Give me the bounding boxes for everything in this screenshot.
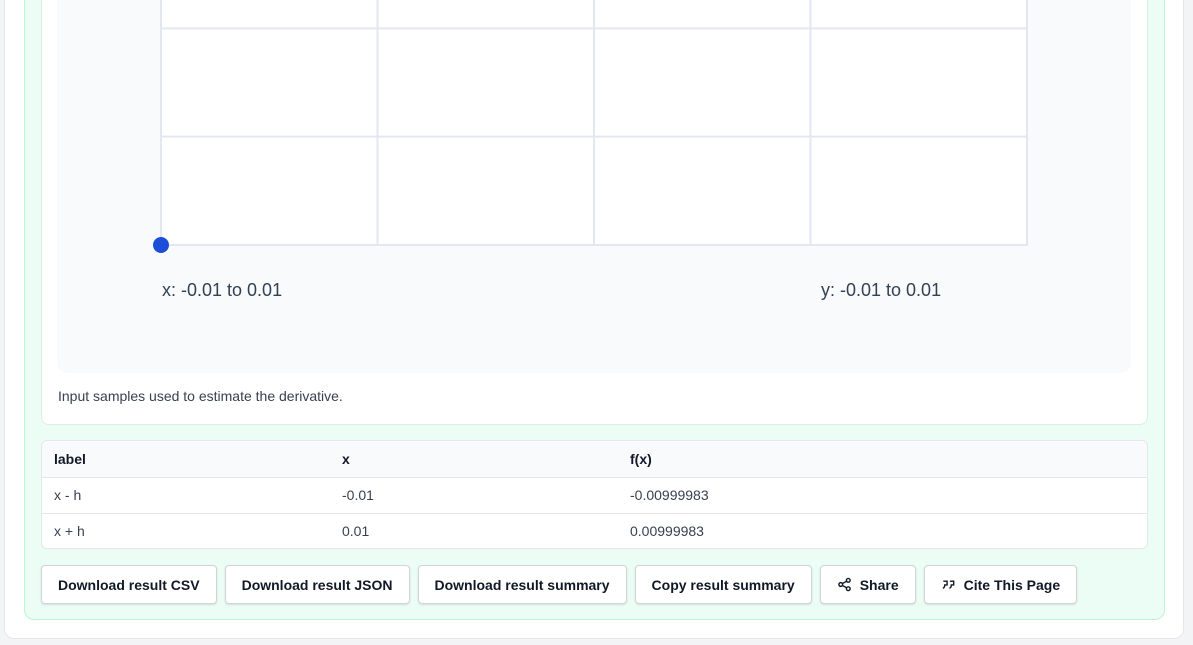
samples-table: label x f(x) x - h -0.01 -0.00999983 x +… [42,441,1147,548]
download-summary-label: Download result summary [434,576,610,593]
table-cell-x: 0.01 [330,512,618,548]
column-header-x: x [330,441,618,477]
chart-points [153,237,169,253]
download-csv-button[interactable]: Download result CSV [41,565,217,604]
download-json-button[interactable]: Download result JSON [224,565,410,604]
share-button[interactable]: Share [819,565,916,604]
chart-caption: Input samples used to estimate the deriv… [58,388,343,404]
cite-label: Cite This Page [963,576,1061,593]
table-cell-label: x - h [42,476,330,513]
cite-button[interactable]: Cite This Page [923,565,1078,604]
chart-area [57,0,1131,373]
table-row: x - h -0.01 -0.00999983 [42,476,1147,513]
x-range-label: x: -0.01 to 0.01 [162,280,283,300]
quote-icon [942,580,954,589]
copy-summary-label: Copy result summary [651,576,795,593]
share-label: Share [859,576,899,593]
download-summary-button[interactable]: Download result summary [417,565,627,604]
download-json-label: Download result JSON [241,576,393,593]
copy-summary-button[interactable]: Copy result summary [634,565,812,604]
table-cell-fx: -0.00999983 [618,476,1147,513]
table-row: x + h 0.01 0.00999983 [42,512,1147,548]
column-header-label: label [42,441,330,477]
download-csv-label: Download result CSV [58,576,200,593]
table-cell-label: x + h [42,512,330,548]
table-header-row: label x f(x) [42,441,1147,477]
share-icon [837,577,851,592]
y-range-label: y: -0.01 to 0.01 [821,280,942,300]
table-cell-fx: 0.00999983 [618,512,1147,548]
samples-table-card: label x f(x) x - h -0.01 -0.00999983 x +… [41,440,1148,549]
result-actions: Download result CSV Download result JSON… [41,565,1078,604]
sample-point[interactable] [153,237,169,253]
table-cell-x: -0.01 [330,476,618,513]
column-header-fx: f(x) [618,441,1147,477]
